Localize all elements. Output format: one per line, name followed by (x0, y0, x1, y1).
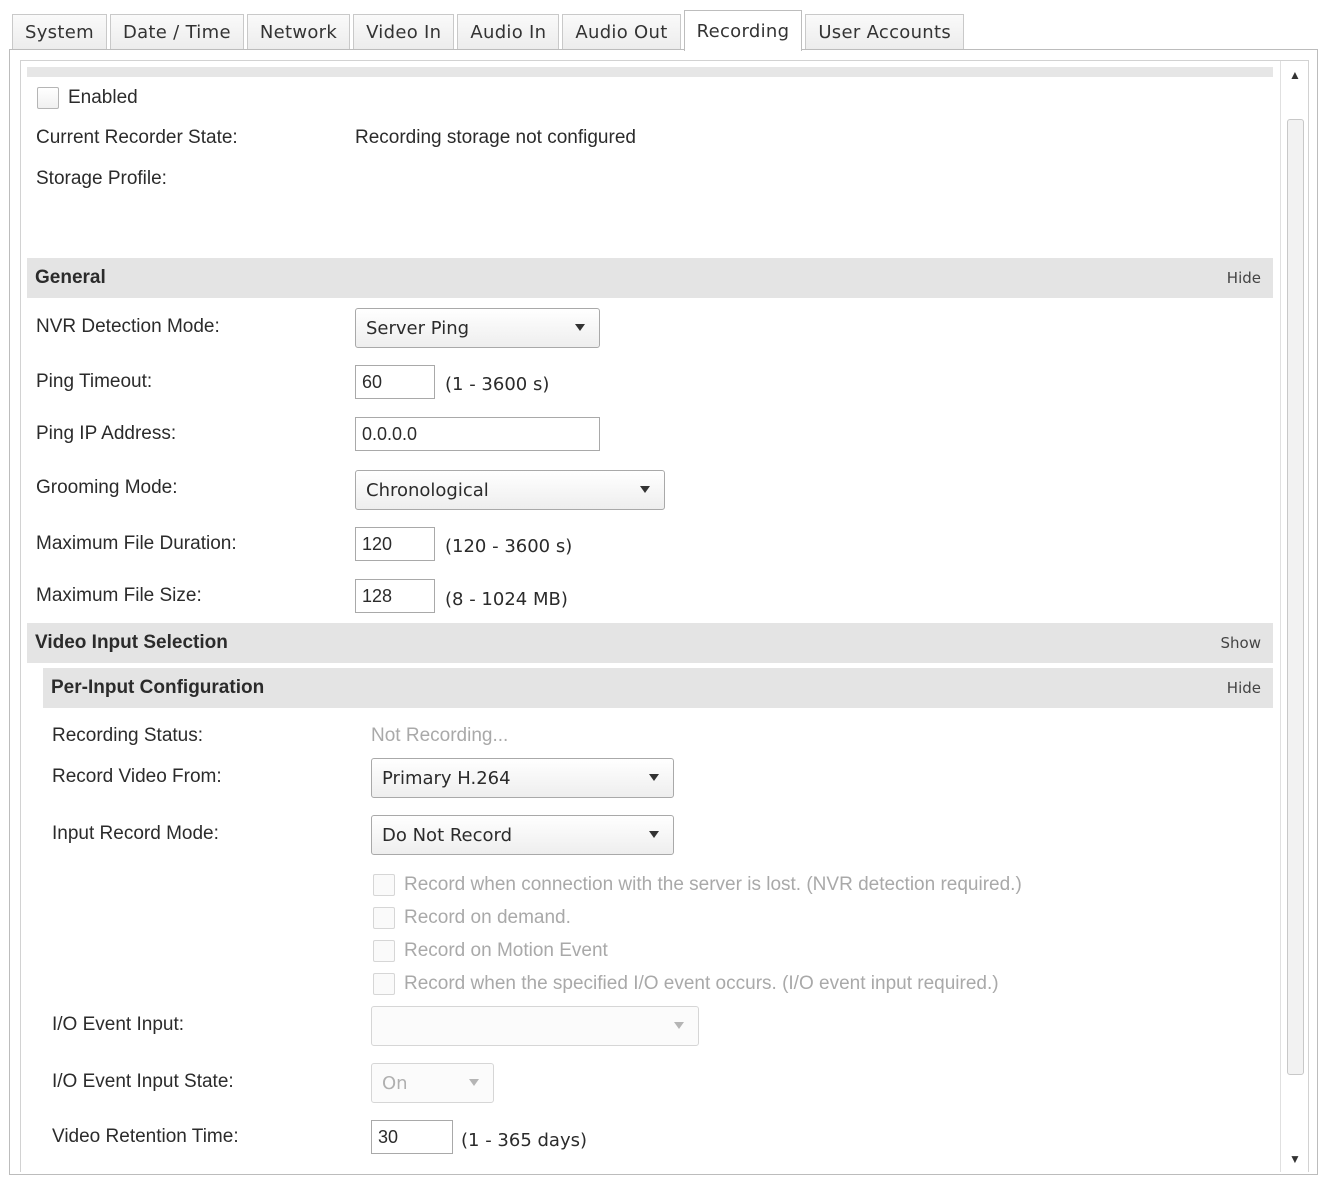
record-on-motion-checkbox[interactable] (373, 940, 395, 962)
recorder-state-label: Current Recorder State: (36, 127, 238, 148)
nvr-mode-select[interactable]: Server Ping (355, 308, 600, 348)
recorder-state-value: Recording storage not configured (355, 127, 636, 148)
recording-status-label: Recording Status: (52, 725, 204, 746)
per-input-hide-toggle[interactable]: Hide (1227, 679, 1261, 697)
chevron-down-icon (575, 324, 585, 331)
io-event-input-label: I/O Event Input: (52, 1014, 185, 1035)
record-on-io-event-checkbox[interactable] (373, 973, 395, 995)
record-from-value: Primary H.264 (382, 767, 511, 789)
tab-audio-out[interactable]: Audio Out (562, 14, 681, 50)
ping-timeout-input[interactable]: 60 (355, 365, 435, 399)
video-input-show-toggle[interactable]: Show (1221, 634, 1261, 652)
chevron-down-icon (649, 774, 659, 781)
record-on-motion-label: Record on Motion Event (404, 940, 608, 961)
record-on-connection-lost-checkbox[interactable] (373, 874, 395, 896)
video-input-section-title: Video Input Selection (35, 632, 228, 653)
enabled-label: Enabled (68, 87, 138, 108)
retention-time-input[interactable]: 30 (371, 1120, 453, 1154)
max-duration-label: Maximum File Duration: (36, 533, 237, 554)
grooming-mode-value: Chronological (366, 479, 489, 501)
ping-ip-input[interactable]: 0.0.0.0 (355, 417, 600, 451)
per-input-section-title: Per-Input Configuration (51, 677, 265, 698)
max-size-label: Maximum File Size: (36, 585, 202, 606)
record-mode-label: Input Record Mode: (52, 823, 219, 844)
retention-time-label: Video Retention Time: (52, 1126, 239, 1147)
general-hide-toggle[interactable]: Hide (1227, 269, 1261, 287)
chevron-down-icon (640, 486, 650, 493)
scroll-thumb[interactable] (1287, 119, 1304, 1075)
tab-date-time[interactable]: Date / Time (109, 14, 244, 50)
tab-user-accounts[interactable]: User Accounts (805, 14, 965, 50)
general-section-title: General (35, 267, 106, 288)
chevron-down-icon (674, 1022, 684, 1029)
record-on-connection-lost-label: Record when connection with the server i… (404, 874, 1022, 895)
vertical-scrollbar[interactable]: ▲ ▼ (1280, 61, 1308, 1172)
tab-network[interactable]: Network (246, 14, 351, 50)
max-duration-input[interactable]: 120 (355, 527, 435, 561)
record-on-io-event-label: Record when the specified I/O event occu… (404, 973, 999, 994)
record-mode-value: Do Not Record (382, 824, 513, 846)
record-mode-select[interactable]: Do Not Record (371, 815, 674, 855)
tab-recording[interactable]: Recording (683, 10, 803, 51)
top-strip (27, 67, 1273, 77)
record-on-demand-label: Record on demand. (404, 907, 571, 928)
chevron-down-icon (649, 831, 659, 838)
storage-profile-label: Storage Profile: (36, 168, 167, 189)
record-from-label: Record Video From: (52, 766, 222, 787)
recording-scroll-area: Enabled Current Recorder State: Recordin… (20, 60, 1309, 1172)
recording-panel: Enabled Current Recorder State: Recordin… (9, 49, 1318, 1175)
video-input-section-header: Video Input Selection Show (27, 623, 1273, 663)
tab-bar: System Date / Time Network Video In Audi… (12, 10, 967, 51)
recording-status-value: Not Recording... (371, 725, 509, 746)
record-on-demand-checkbox[interactable] (373, 907, 395, 929)
enabled-checkbox[interactable] (37, 87, 59, 109)
ping-ip-label: Ping IP Address: (36, 423, 177, 444)
io-event-state-value: On (382, 1072, 408, 1094)
chevron-down-icon (469, 1079, 479, 1086)
scroll-up-icon[interactable]: ▲ (1281, 63, 1308, 87)
nvr-mode-value: Server Ping (366, 317, 470, 339)
ping-timeout-range: (1 - 3600 s) (445, 374, 550, 395)
nvr-mode-label: NVR Detection Mode: (36, 316, 220, 337)
scroll-down-icon[interactable]: ▼ (1281, 1147, 1308, 1171)
retention-time-range: (1 - 365 days) (461, 1130, 587, 1151)
max-size-input[interactable]: 128 (355, 579, 435, 613)
ping-timeout-label: Ping Timeout: (36, 371, 153, 392)
grooming-mode-select[interactable]: Chronological (355, 470, 665, 510)
grooming-mode-label: Grooming Mode: (36, 477, 178, 498)
io-event-input-select[interactable] (371, 1006, 699, 1046)
tab-system[interactable]: System (12, 14, 107, 50)
max-size-range: (8 - 1024 MB) (445, 589, 568, 610)
max-duration-range: (120 - 3600 s) (445, 536, 573, 557)
io-event-state-select[interactable]: On (371, 1063, 494, 1103)
tab-audio-in[interactable]: Audio In (457, 14, 560, 50)
io-event-state-label: I/O Event Input State: (52, 1071, 234, 1092)
record-from-select[interactable]: Primary H.264 (371, 758, 674, 798)
per-input-section-header: Per-Input Configuration Hide (43, 668, 1273, 708)
tab-video-in[interactable]: Video In (353, 14, 455, 50)
general-section-header: General Hide (27, 258, 1273, 298)
